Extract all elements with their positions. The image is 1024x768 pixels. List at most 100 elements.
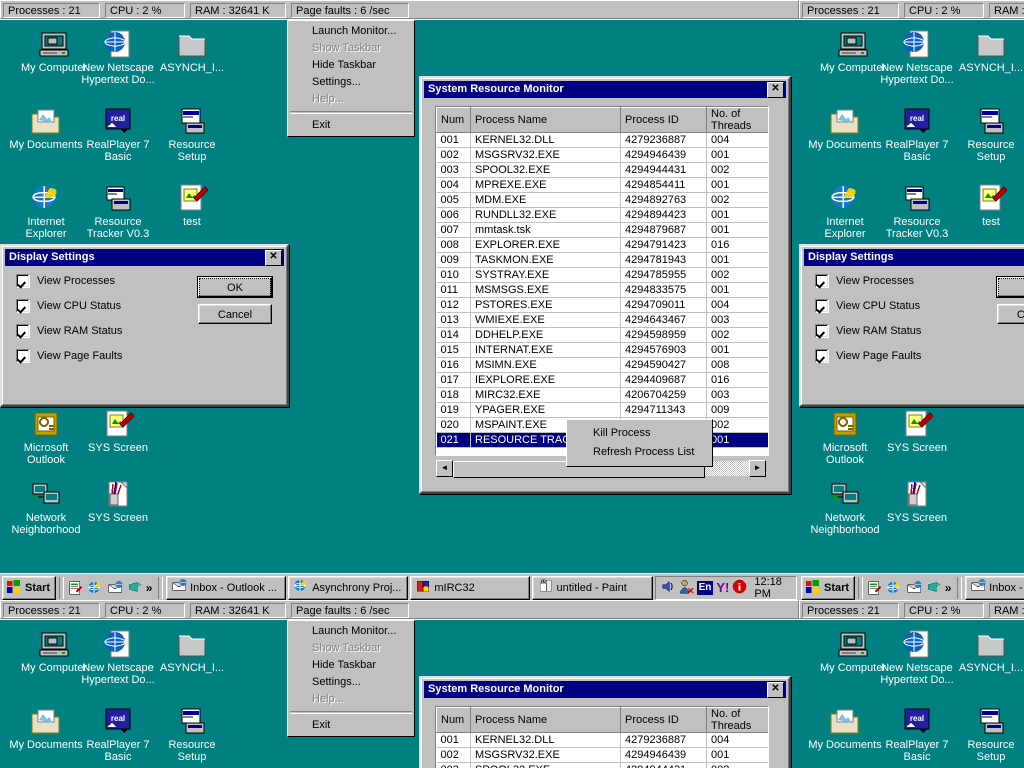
quicklaunch-show-desktop-icon[interactable] [67,580,83,596]
desktop-icon-test-file[interactable]: test [945,182,1024,229]
desktop-icon-sys-screen-1[interactable]: SYS Screen [871,408,963,455]
taskbtn-inbox-outlook[interactable]: Inbox - Outlook ... [965,575,1024,600]
quicklaunch-launch-channels-icon[interactable] [127,580,143,596]
checkbox-view-cpu-status[interactable]: View CPU Status [16,299,122,313]
table-row[interactable]: 005 MDM.EXE 4294892763 002 [436,192,768,208]
process-list[interactable]: Num Process Name Process ID No. of Threads 0… [435,106,769,456]
checkbox-box[interactable] [815,324,829,338]
table-row[interactable]: 007 mmtask.tsk 4294879687 001 [436,222,768,238]
desktop-icon-asynch-folder[interactable]: ASYNCH_I... [146,28,238,75]
ok-button[interactable]: OK [197,276,273,298]
column-header[interactable]: No. of Threads [706,707,768,733]
table-row[interactable]: 016 MSIMN.EXE 4294590427 008 [436,357,768,373]
checkbox-view-cpu-status[interactable]: View CPU Status [815,299,921,313]
desktop-icon-asynch-folder[interactable]: ASYNCH_I... [146,628,238,675]
desktop-icon-sys-screen-2[interactable]: SYS Screen [72,478,164,525]
table-row[interactable]: 002 MSGSRV32.EXE 4294946439 001 [436,747,768,763]
desktop-icon-resource-setup[interactable]: Resource Setup [945,105,1024,163]
taskbtn-inbox-outlook[interactable]: Inbox - Outlook ... [166,575,287,600]
quicklaunch-show-desktop-icon[interactable] [866,580,882,596]
table-row[interactable]: 001 KERNEL32.DLL 4279236887 004 [436,132,768,148]
desktop-icon-resource-setup[interactable]: Resource Setup [146,105,238,163]
column-header[interactable]: Num [436,107,471,133]
desktop-icon-sys-screen-2[interactable]: SYS Screen [871,478,963,525]
close-icon[interactable]: ✕ [265,249,282,266]
table-row[interactable]: 010 SYSTRAY.EXE 4294785955 002 [436,267,768,283]
cancel-button[interactable]: Cancel [997,304,1024,324]
monitor-titlebar[interactable]: System Resource Monitor ✕ [424,81,786,98]
checkbox-box[interactable] [16,324,30,338]
menu-hide-taskbar[interactable]: Hide Taskbar [288,657,414,674]
table-row[interactable]: 002 MSGSRV32.EXE 4294946439 001 [436,147,768,163]
table-row[interactable]: 006 RUNDLL32.EXE 4294894423 001 [436,207,768,223]
checkbox-view-processes[interactable]: View Processes [815,274,921,288]
table-row[interactable]: 017 IEXPLORE.EXE 4294409687 016 [436,372,768,388]
quicklaunch-launch-ie-icon[interactable] [87,580,103,596]
checkbox-view-ram-status[interactable]: View RAM Status [16,324,122,338]
quicklaunch-launch-outlook-express-icon[interactable] [906,580,922,596]
start-button[interactable]: Start [2,575,57,600]
checkbox-box[interactable] [16,299,30,313]
close-icon[interactable]: ✕ [767,81,784,98]
checkbox-view-page-faults[interactable]: View Page Faults [815,349,921,363]
taskbar-clock[interactable]: 12:18 PM [754,576,791,600]
checkbox-box[interactable] [16,274,30,288]
tray-popup-menu[interactable]: Launch Monitor... Show Taskbar Hide Taskba… [287,620,415,737]
checkbox-box[interactable] [815,274,829,288]
table-row[interactable]: 008 EXPLORER.EXE 4294791423 016 [436,237,768,253]
checkbox-view-processes[interactable]: View Processes [16,274,122,288]
menu-settings[interactable]: Settings... [288,74,414,91]
checkbox-box[interactable] [815,349,829,363]
table-row[interactable]: 011 MSMSGS.EXE 4294833575 001 [436,282,768,298]
network-status-icon[interactable] [679,579,694,597]
display-settings-titlebar[interactable]: Display Settings✕ [5,249,284,266]
language-indicator[interactable]: En [696,580,714,595]
table-row[interactable]: 018 MIRC32.EXE 4206704259 003 [436,387,768,403]
desktop-icon-sys-screen-1[interactable]: SYS Screen [72,408,164,455]
quicklaunch-overflow-icon[interactable]: » [945,582,952,594]
checkbox-view-page-faults[interactable]: View Page Faults [16,349,122,363]
process-list[interactable]: Num Process Name Process ID No. of Threads 0… [435,706,769,768]
cancel-button[interactable]: Cancel [198,304,272,324]
menu-launch-monitor[interactable]: Launch Monitor... [288,23,414,40]
desktop-icon-resource-setup[interactable]: Resource Setup [146,705,238,763]
desktop-icon-asynch-folder[interactable]: ASYNCH_I... [945,628,1024,675]
quicklaunch-overflow-icon[interactable]: » [146,582,153,594]
start-button[interactable]: Start [801,575,856,600]
quicklaunch-launch-outlook-express-icon[interactable] [107,580,123,596]
table-row[interactable]: 019 YPAGER.EXE 4294711343 009 [436,402,768,418]
display-settings-titlebar[interactable]: Display Settings✕ [804,249,1024,266]
close-icon[interactable]: ✕ [767,681,784,698]
column-header[interactable]: Num [436,707,471,733]
scroll-left-arrow-icon[interactable]: ◄ [436,460,453,477]
table-row[interactable]: 014 DDHELP.EXE 4294598959 002 [436,327,768,343]
column-header[interactable]: Process Name [470,107,621,133]
column-header[interactable]: Process ID [620,107,707,133]
checkbox-box[interactable] [16,349,30,363]
ok-button[interactable]: OK [996,276,1024,298]
info-icon[interactable] [732,579,747,597]
table-row[interactable]: 003SPOOL32.EXE4294944431002 [436,762,768,768]
desktop-icon-test-file[interactable]: test [146,182,238,229]
ctx-kill-process[interactable]: Kill Process [567,424,712,443]
quicklaunch-launch-channels-icon[interactable] [926,580,942,596]
table-row[interactable]: 003SPOOL32.EXE4294944431002 [436,162,768,178]
table-row[interactable]: 015 INTERNAT.EXE 4294576903 001 [436,342,768,358]
table-row[interactable]: 013 WMIEXE.EXE 4294643467 003 [436,312,768,328]
column-header[interactable]: Process Name [470,707,621,733]
table-row[interactable]: 001 KERNEL32.DLL 4279236887 004 [436,732,768,748]
table-row[interactable]: 012 PSTORES.EXE 4294709011 004 [436,297,768,313]
monitor-titlebar[interactable]: System Resource Monitor ✕ [424,681,786,698]
process-context-menu[interactable]: Kill Process Refresh Process List [566,419,713,467]
tray-popup-menu[interactable]: Launch Monitor... Show Taskbar Hide Taskba… [287,20,415,137]
checkbox-view-ram-status[interactable]: View RAM Status [815,324,921,338]
taskbtn-mirc32[interactable]: mIRC32 [410,575,531,600]
column-header[interactable]: Process ID [620,707,707,733]
yahoo-messenger-icon[interactable]: Y! [716,581,729,594]
menu-launch-monitor[interactable]: Launch Monitor... [288,623,414,640]
scroll-right-arrow-icon[interactable]: ► [749,460,766,477]
table-row[interactable]: 009 TASKMON.EXE 4294781943 001 [436,252,768,268]
column-header[interactable]: No. of Threads [706,107,768,133]
taskbtn-untitled-paint[interactable]: untitled - Paint [532,575,653,600]
menu-hide-taskbar[interactable]: Hide Taskbar [288,57,414,74]
